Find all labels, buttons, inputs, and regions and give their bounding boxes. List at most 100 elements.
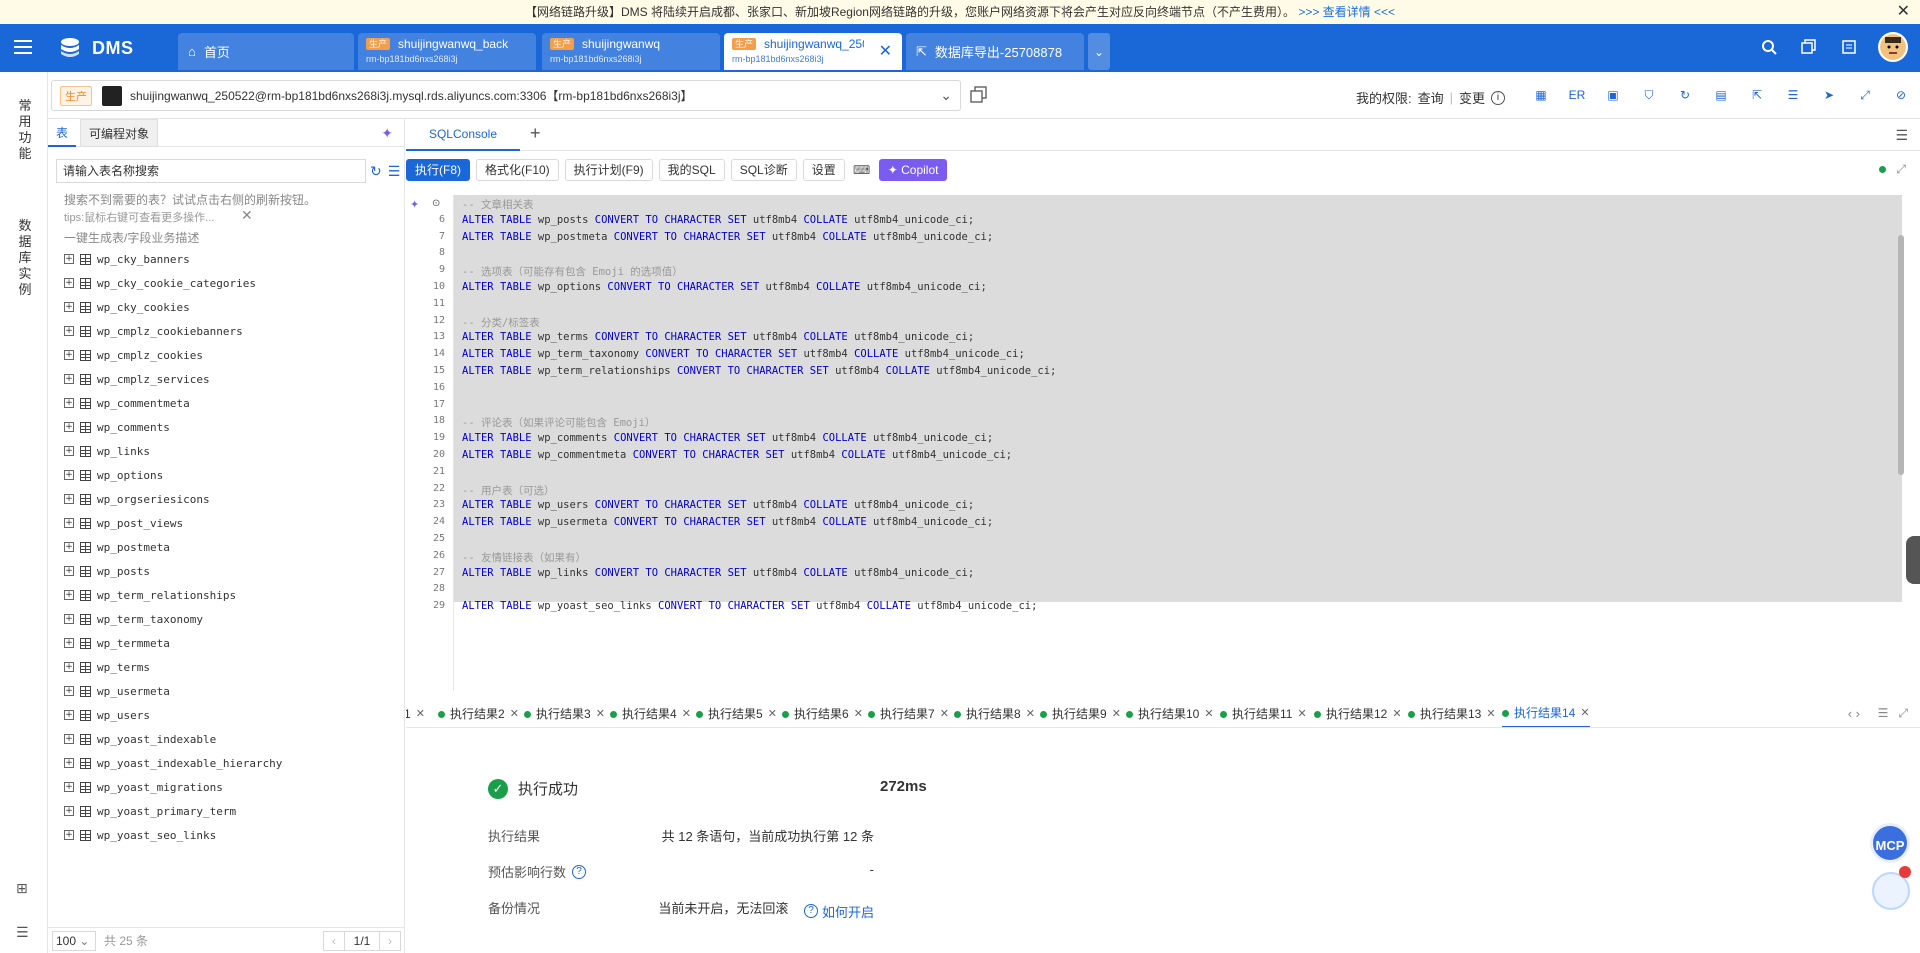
how-to-enable-link[interactable]: ? 如何开启	[803, 902, 874, 921]
tab-db-main[interactable]: 生产 shuijingwanwq rm-bp181bd6nxs268i3j	[542, 33, 720, 70]
menu-icon[interactable]	[12, 36, 34, 58]
expand-plus-icon[interactable]: +	[64, 566, 74, 576]
table-row[interactable]: + wp_commentmeta	[64, 391, 282, 415]
database-selector[interactable]: 生产 shuijingwanwq_250522@rm-bp181bd6nxs26…	[51, 80, 961, 111]
page-size-select[interactable]: 100 ⌄	[52, 930, 96, 951]
my-sql-button[interactable]: 我的SQL	[658, 159, 725, 181]
notes-icon[interactable]	[1838, 36, 1860, 58]
user-avatar[interactable]	[1878, 32, 1908, 62]
explain-button[interactable]: 执行计划(F9)	[564, 159, 653, 181]
generate-description-link[interactable]: 一键生成表/字段业务描述	[64, 229, 199, 246]
tab-result[interactable]: 执行结果6 ✕	[782, 700, 863, 727]
table-row[interactable]: + wp_cky_cookies	[64, 295, 282, 319]
close-icon[interactable]: ✕	[596, 700, 605, 727]
tab-result[interactable]: 执行结果12 ✕	[1314, 700, 1402, 727]
tab-result[interactable]: 执行结果14 ✕	[1502, 700, 1590, 727]
tab-db-back[interactable]: 生产 shuijingwanwq_back rm-bp181bd6nxs268i…	[358, 33, 536, 70]
info-icon[interactable]: i	[1491, 90, 1506, 105]
close-icon[interactable]: ✕	[768, 700, 777, 727]
tab-sqlconsole[interactable]: SQLConsole	[406, 119, 520, 151]
close-icon[interactable]: ✕	[1486, 700, 1495, 727]
table-search-input[interactable]: 请输入表名称搜索	[56, 159, 366, 183]
refresh-icon[interactable]: ↻	[1676, 86, 1694, 104]
tab-home[interactable]: ⌂ 首页	[178, 33, 354, 70]
expand-icon[interactable]: ⤢	[1898, 706, 1908, 721]
table-row[interactable]: + wp_posts	[64, 559, 282, 583]
fullscreen-icon[interactable]: ⤢	[1896, 162, 1906, 177]
refresh-icon[interactable]: ↻	[370, 163, 382, 180]
expand-plus-icon[interactable]: +	[64, 614, 74, 624]
expand-plus-icon[interactable]: +	[64, 422, 74, 432]
close-icon[interactable]: ✕	[510, 700, 519, 727]
expand-plus-icon[interactable]: +	[64, 638, 74, 648]
editor-scrollbar[interactable]	[1896, 195, 1906, 691]
copy-window-icon[interactable]	[1798, 36, 1820, 58]
help-icon[interactable]: ?	[572, 864, 587, 879]
table-row[interactable]: + wp_termmeta	[64, 631, 282, 655]
expand-plus-icon[interactable]: +	[64, 326, 74, 336]
settings-button[interactable]: 设置	[802, 159, 845, 181]
ai-sparkle-icon[interactable]: ✦	[381, 125, 393, 142]
close-icon[interactable]: ✕	[682, 700, 691, 727]
side-panel-handle[interactable]	[1906, 536, 1920, 584]
table-row[interactable]: + wp_yoast_indexable_hierarchy	[64, 751, 282, 775]
list-icon[interactable]: ☰	[1878, 706, 1889, 721]
document-icon[interactable]: ▤	[1712, 86, 1730, 104]
next-page-button[interactable]: ›	[379, 931, 401, 951]
tab-scroll-arrows[interactable]: ‹ ›	[1848, 706, 1860, 721]
tab-result[interactable]: 执行结果10 ✕	[1126, 700, 1214, 727]
tab-export[interactable]: ⇱ 数据库导出-25708878	[906, 33, 1084, 70]
close-icon[interactable]: ✕	[940, 700, 949, 727]
close-icon[interactable]: ✕	[416, 700, 425, 727]
ai-sparkle-icon[interactable]: ✦	[410, 198, 419, 211]
table-row[interactable]: + wp_cky_cookie_categories	[64, 271, 282, 295]
tab-close-icon[interactable]: ✕	[879, 41, 892, 61]
table-row[interactable]: + wp_usermeta	[64, 679, 282, 703]
table-icon[interactable]: ▦	[1532, 86, 1550, 104]
close-tips-icon[interactable]: ✕	[241, 207, 253, 224]
grid-apps-icon[interactable]: ⊞	[16, 880, 28, 897]
table-row[interactable]: + wp_links	[64, 439, 282, 463]
table-row[interactable]: + wp_orgseriesicons	[64, 487, 282, 511]
copilot-button[interactable]: ✦ Copilot	[878, 159, 948, 181]
send-icon[interactable]: ➤	[1820, 86, 1838, 104]
tab-db-active[interactable]: 生产 shuijingwanwq_2505 rm-bp181bd6nxs268i…	[724, 33, 902, 70]
table-row[interactable]: + wp_users	[64, 703, 282, 727]
close-icon[interactable]: ✕	[1026, 700, 1035, 727]
sql-diagnose-button[interactable]: SQL诊断	[730, 159, 797, 181]
table-row[interactable]: + wp_cmplz_services	[64, 367, 282, 391]
banner-details-link[interactable]: >>> 查看详情 <<<	[1298, 5, 1395, 19]
duplicate-icon[interactable]	[970, 86, 988, 104]
tab-result[interactable]: 执行结果13 ✕	[1408, 700, 1496, 727]
dms-logo[interactable]: DMS	[56, 34, 134, 62]
expand-plus-icon[interactable]: +	[64, 350, 74, 360]
tabs-more-chevron-icon[interactable]: ⌄	[1088, 33, 1110, 70]
expand-plus-icon[interactable]: +	[64, 734, 74, 744]
expand-plus-icon[interactable]: +	[64, 806, 74, 816]
side-common-functions[interactable]: 常用功能	[18, 98, 32, 162]
close-icon[interactable]: ✕	[1112, 700, 1121, 727]
code-area[interactable]: -- 文章相关表 ALTER TABLE wp_posts CONVERT TO …	[454, 195, 1906, 691]
table-row[interactable]: + wp_yoast_primary_term	[64, 799, 282, 823]
export-icon[interactable]: ⇱	[1748, 86, 1766, 104]
expand-plus-icon[interactable]: +	[64, 374, 74, 384]
run-line-icon[interactable]: ⊙	[432, 198, 440, 209]
close-icon[interactable]: ✕	[1580, 700, 1589, 727]
tab-result[interactable]: 执行结果4 ✕	[610, 700, 691, 727]
close-icon[interactable]: ✕	[854, 700, 863, 727]
scrollbar-thumb[interactable]	[1898, 235, 1904, 475]
table-row[interactable]: + wp_term_relationships	[64, 583, 282, 607]
run-button[interactable]: 执行(F8)	[406, 159, 470, 181]
filter-icon[interactable]: ☰	[388, 163, 401, 180]
expand-plus-icon[interactable]: +	[64, 782, 74, 792]
mcp-button[interactable]: MCP	[1870, 823, 1910, 863]
lock-icon[interactable]: ⊘	[1892, 86, 1910, 104]
close-icon[interactable]: ✕	[1204, 700, 1213, 727]
add-tab-icon[interactable]: +	[530, 123, 541, 144]
table-row[interactable]: + wp_cky_banners	[64, 247, 282, 271]
expand-plus-icon[interactable]: +	[64, 494, 74, 504]
expand-plus-icon[interactable]: +	[64, 302, 74, 312]
expand-plus-icon[interactable]: +	[64, 398, 74, 408]
table-row[interactable]: + wp_cmplz_cookies	[64, 343, 282, 367]
expand-plus-icon[interactable]: +	[64, 662, 74, 672]
